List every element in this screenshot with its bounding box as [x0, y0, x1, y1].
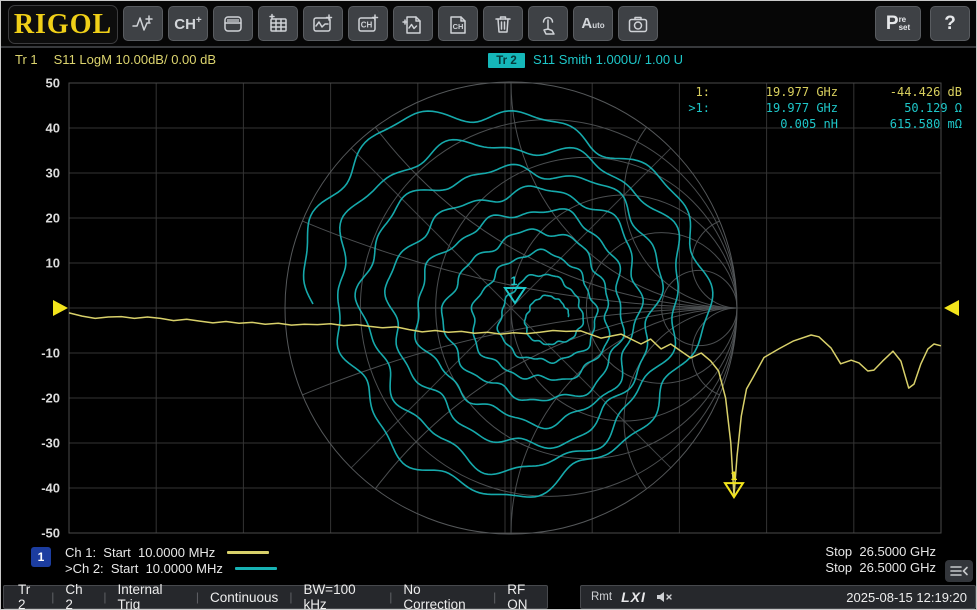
- toolbar-right-group: P re set ?: [875, 6, 970, 41]
- camera-icon: [626, 13, 650, 35]
- status-item[interactable]: Ch 2: [65, 582, 92, 610]
- status-item[interactable]: Continuous: [210, 590, 278, 605]
- channel-file-button[interactable]: CH: [438, 6, 478, 41]
- status-item[interactable]: No Correction: [403, 582, 482, 610]
- smith-trace-tr2: [304, 111, 713, 497]
- y-tick-label: -40: [41, 481, 60, 496]
- channel-file-icon: CH: [446, 13, 470, 35]
- add-channel-button[interactable]: CH+: [168, 6, 208, 41]
- channel-start-list: Ch 1: Start 10.0000 MHz>Ch 2: Start 10.0…: [65, 544, 277, 576]
- channel-window-icon: CH: [356, 13, 380, 35]
- channel-stop: Stop 26.5000 GHz: [825, 544, 936, 560]
- channel-row[interactable]: Ch 1: Start 10.0000 MHz: [65, 544, 277, 560]
- trace2-active-badge[interactable]: Tr 2: [488, 53, 525, 68]
- marker1-tr1[interactable]: [725, 483, 743, 497]
- rigol-logo: RIGOL: [8, 5, 118, 44]
- trace1-label: Tr 1: [15, 52, 38, 67]
- trash-icon: [491, 13, 515, 35]
- trace-color-swatch: [235, 567, 277, 570]
- trace2-desc[interactable]: S11 Smith 1.000U/ 1.00 U: [533, 52, 683, 67]
- svg-text:CH: CH: [453, 22, 464, 31]
- toolbar-button-group: CH+ CH CH Auto: [123, 6, 658, 41]
- channel-stop: Stop 26.5000 GHz: [825, 560, 936, 576]
- status-bar-left: Tr 2|Ch 2|Internal Trig|Continuous|BW=10…: [3, 585, 548, 609]
- status-item[interactable]: Tr 2: [18, 582, 40, 610]
- touch-icon: [536, 13, 560, 35]
- datetime: 2025-08-15 12:19:20: [846, 590, 967, 605]
- add-trace-icon: [131, 13, 155, 35]
- status-item[interactable]: BW=100 kHz: [303, 582, 378, 610]
- y-tick-label: 0: [53, 301, 60, 316]
- channel-number-badge[interactable]: 1: [31, 547, 51, 567]
- marker-readout-row: 0.005 nH615.580 mΩ: [674, 116, 962, 132]
- vna-screen: 50403020100-10-20-30-40-5011 RIGOL CH+CH…: [0, 0, 977, 610]
- toolbar-divider: [1, 46, 977, 48]
- y-tick-label: -30: [41, 436, 60, 451]
- touch-button[interactable]: [528, 6, 568, 41]
- trace-file-icon: [401, 13, 425, 35]
- y-tick-label: -50: [41, 526, 60, 541]
- add-trace-button[interactable]: [123, 6, 163, 41]
- svg-text:CH: CH: [361, 20, 373, 29]
- auto-scale-button[interactable]: Auto: [573, 6, 613, 41]
- meas-table-icon: [266, 13, 290, 35]
- logmag-trace-tr1: [69, 313, 941, 496]
- speaker-muted-icon[interactable]: [655, 590, 673, 604]
- trace-file-button[interactable]: [393, 6, 433, 41]
- remote-indicator: Rmt: [591, 591, 612, 603]
- delete-button[interactable]: [483, 6, 523, 41]
- trace-window-icon: [311, 13, 335, 35]
- top-toolbar: RIGOL CH+ CH CH Auto P re set ?: [1, 1, 977, 46]
- lxi-logo: LXI: [621, 589, 646, 605]
- add-channel-icon: CH+: [174, 16, 202, 32]
- window-layout-icon: [221, 13, 245, 35]
- preset-icon: P re set: [886, 13, 910, 35]
- marker1-tr1-label: 1: [731, 469, 738, 483]
- y-tick-label: -20: [41, 391, 60, 406]
- trace1-info[interactable]: Tr 1 S11 LogM 10.00dB/ 0.00 dB: [15, 52, 216, 67]
- marker-readout-row: >1:19.977 GHz50.129 Ω: [674, 100, 962, 116]
- marker1-tr2-label: 1: [511, 274, 518, 288]
- marker-readout-row: 1:19.977 GHz-44.426 dB: [674, 84, 962, 100]
- trace-color-swatch: [227, 551, 269, 554]
- collapse-menu-button[interactable]: [945, 560, 973, 582]
- status-bar-right: Rmt LXI 2025-08-15 12:19:20: [580, 585, 976, 609]
- help-icon: ?: [944, 13, 956, 35]
- trace1-desc: S11 LogM 10.00dB/ 0.00 dB: [54, 52, 216, 67]
- marker-readout: 1:19.977 GHz-44.426 dB>1:19.977 GHz50.12…: [674, 84, 962, 132]
- y-tick-label: 40: [46, 121, 60, 136]
- y-tick-label: 20: [46, 211, 60, 226]
- ref-level-marker-right[interactable]: [944, 300, 959, 316]
- y-tick-label: 50: [46, 76, 60, 91]
- y-tick-label: 10: [46, 256, 60, 271]
- channel-stop-list: Stop 26.5000 GHzStop 26.5000 GHz: [825, 544, 936, 576]
- channel-row[interactable]: >Ch 2: Start 10.0000 MHz: [65, 560, 277, 576]
- auto-scale-icon: Auto: [581, 16, 604, 31]
- y-tick-label: -10: [41, 346, 60, 361]
- plot-border: [69, 83, 941, 533]
- smith-outer-circle: [285, 82, 737, 534]
- screenshot-button[interactable]: [618, 6, 658, 41]
- status-item[interactable]: Internal Trig: [117, 582, 184, 610]
- window-layout-button[interactable]: [213, 6, 253, 41]
- measurement-setup-button[interactable]: [258, 6, 298, 41]
- preset-button[interactable]: P re set: [875, 6, 921, 41]
- ref-level-marker-left[interactable]: [53, 300, 68, 316]
- status-item[interactable]: RF ON: [507, 582, 547, 610]
- new-trace-window-button[interactable]: [303, 6, 343, 41]
- help-button[interactable]: ?: [930, 6, 970, 41]
- collapse-menu-icon: [948, 563, 970, 579]
- y-tick-label: 30: [46, 166, 60, 181]
- marker1-tr2[interactable]: [505, 288, 525, 303]
- new-channel-window-button[interactable]: CH: [348, 6, 388, 41]
